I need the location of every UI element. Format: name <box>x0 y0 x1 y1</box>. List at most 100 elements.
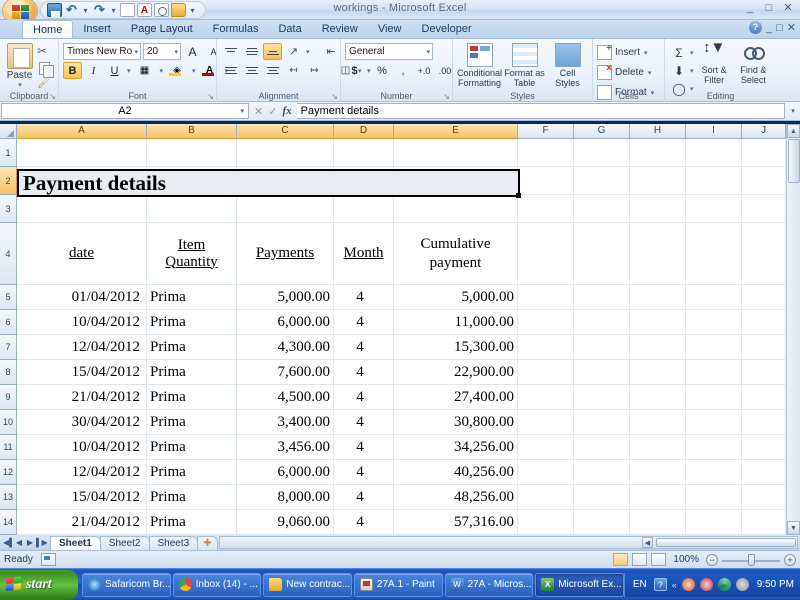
cell-J12[interactable] <box>742 460 786 485</box>
cell-E9[interactable]: 27,400.00 <box>394 385 518 410</box>
select-all-corner[interactable] <box>0 124 17 139</box>
cell-B11[interactable]: Prima <box>147 435 237 460</box>
format-painter-icon[interactable] <box>37 76 54 91</box>
tab-view[interactable]: View <box>368 20 412 38</box>
format-as-table-button[interactable]: Format as Table <box>504 43 545 88</box>
cell-F13[interactable] <box>518 485 574 510</box>
paste-button[interactable]: Paste ▾ <box>4 43 35 89</box>
column-header-G[interactable]: G <box>574 124 630 139</box>
cell-G4[interactable] <box>574 223 630 285</box>
cell-C4[interactable]: Payments <box>237 223 334 285</box>
row-header-8[interactable]: 8 <box>0 360 17 385</box>
tray-expand-icon[interactable]: « <box>672 580 677 590</box>
help-icon[interactable]: ? <box>749 21 762 34</box>
row-header-12[interactable]: 12 <box>0 460 17 485</box>
close-button[interactable]: ✕ <box>780 1 796 14</box>
column-header-F[interactable]: F <box>518 124 574 139</box>
cell-A13[interactable]: 15/04/2012 <box>17 485 147 510</box>
font-name-dropdown-icon[interactable]: ▾ <box>132 48 138 56</box>
cell-G7[interactable] <box>574 335 630 360</box>
cell-B1[interactable] <box>147 139 237 167</box>
cell-E10[interactable]: 30,800.00 <box>394 410 518 435</box>
ribbon-minimize-button[interactable]: _ <box>766 22 772 34</box>
sort-filter-button[interactable]: ↕▼ Sort & Filter <box>696 43 733 85</box>
formula-input[interactable]: Payment details <box>297 103 785 119</box>
view-page-layout-button[interactable] <box>632 553 647 566</box>
cell-D10[interactable]: 4 <box>334 410 394 435</box>
tab-developer[interactable]: Developer <box>411 20 481 38</box>
next-sheet-icon[interactable]: ▶ <box>25 538 35 547</box>
fill-color-dropdown-icon[interactable]: ▾ <box>192 67 196 75</box>
cell-J10[interactable] <box>742 410 786 435</box>
row-header-1[interactable]: 1 <box>0 139 17 167</box>
borders-icon[interactable]: ▦ <box>133 62 157 79</box>
cell-J6[interactable] <box>742 310 786 335</box>
borders-dropdown-icon[interactable]: ▾ <box>160 67 164 75</box>
delete-dropdown-icon[interactable]: ▾ <box>648 69 652 77</box>
copy-icon[interactable] <box>37 60 54 75</box>
horizontal-scroll-thumb[interactable] <box>656 538 796 547</box>
find-select-button[interactable]: Find & Select <box>735 43 772 85</box>
column-header-A[interactable]: A <box>17 124 147 139</box>
cell-G12[interactable] <box>574 460 630 485</box>
column-header-C[interactable]: C <box>237 124 334 139</box>
row-header-13[interactable]: 13 <box>0 485 17 510</box>
cut-icon[interactable] <box>37 44 54 59</box>
row-header-14[interactable]: 14 <box>0 510 17 535</box>
cell-E4[interactable]: Cumulativepayment <box>394 223 518 285</box>
cell-B5[interactable]: Prima <box>147 285 237 310</box>
autosum-icon[interactable]: Σ <box>669 44 689 61</box>
cell-J1[interactable] <box>742 139 786 167</box>
row-header-7[interactable]: 7 <box>0 335 17 360</box>
tab-home[interactable]: Home <box>22 20 73 38</box>
cell-E1[interactable] <box>394 139 518 167</box>
cell-A14[interactable]: 21/04/2012 <box>17 510 147 535</box>
cell-G9[interactable] <box>574 385 630 410</box>
cell-F9[interactable] <box>518 385 574 410</box>
row-header-10[interactable]: 10 <box>0 410 17 435</box>
horizontal-scrollbar[interactable]: ◀ <box>219 536 798 549</box>
row-header-2[interactable]: 2 <box>0 167 17 195</box>
minimize-button[interactable]: _ <box>742 2 758 14</box>
view-normal-button[interactable] <box>613 553 628 566</box>
insert-function-icon[interactable]: fx <box>282 105 291 117</box>
fill-dropdown-icon[interactable]: ▾ <box>690 67 694 75</box>
cell-A12[interactable]: 12/04/2012 <box>17 460 147 485</box>
cell-D13[interactable]: 4 <box>334 485 394 510</box>
insert-cells-button[interactable]: Insert ▾ <box>597 43 648 62</box>
cell-J2[interactable] <box>742 167 786 195</box>
cell-G5[interactable] <box>574 285 630 310</box>
column-header-H[interactable]: H <box>630 124 686 139</box>
cancel-formula-icon[interactable]: ✕ <box>254 105 263 118</box>
tab-review[interactable]: Review <box>312 20 368 38</box>
cell-I10[interactable] <box>686 410 742 435</box>
cell-E14[interactable]: 57,316.00 <box>394 510 518 535</box>
cell-H14[interactable] <box>630 510 686 535</box>
underline-dropdown-icon[interactable]: ▾ <box>127 67 131 75</box>
cell-F7[interactable] <box>518 335 574 360</box>
vertical-scroll-thumb[interactable] <box>788 139 800 183</box>
cell-H8[interactable] <box>630 360 686 385</box>
tray-icon-2[interactable] <box>700 578 713 591</box>
row-header-11[interactable]: 11 <box>0 435 17 460</box>
delete-cells-button[interactable]: Delete ▾ <box>597 63 651 82</box>
number-dialog-launcher[interactable]: ↘ <box>443 92 450 101</box>
cell-B6[interactable]: Prima <box>147 310 237 335</box>
zoom-slider[interactable] <box>722 554 780 566</box>
font-name-combo[interactable]: Times New Rom ▾ <box>63 43 141 60</box>
view-page-break-button[interactable] <box>651 553 666 566</box>
cell-A1[interactable] <box>17 139 147 167</box>
cell-A7[interactable]: 12/04/2012 <box>17 335 147 360</box>
column-header-J[interactable]: J <box>742 124 786 139</box>
cell-H12[interactable] <box>630 460 686 485</box>
cell-B8[interactable]: Prima <box>147 360 237 385</box>
cell-F11[interactable] <box>518 435 574 460</box>
cell-H1[interactable] <box>630 139 686 167</box>
increase-indent-icon[interactable]: ↦ <box>305 62 324 79</box>
cell-E13[interactable]: 48,256.00 <box>394 485 518 510</box>
cell-I14[interactable] <box>686 510 742 535</box>
zoom-in-button[interactable]: + <box>784 554 796 566</box>
insert-sheet-icon[interactable]: ✚ <box>197 536 217 550</box>
cell-A10[interactable]: 30/04/2012 <box>17 410 147 435</box>
comma-format-icon[interactable]: , <box>394 62 413 79</box>
